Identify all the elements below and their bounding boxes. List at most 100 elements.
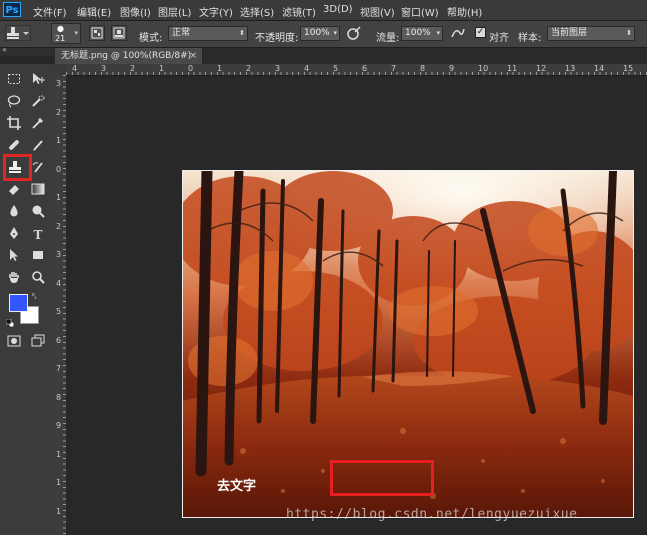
chevron-down-icon: ⬍ bbox=[239, 29, 245, 37]
pen-tool[interactable] bbox=[5, 226, 23, 244]
opacity-input[interactable]: 100% ▾ bbox=[300, 26, 340, 41]
eyedropper-icon bbox=[32, 118, 43, 129]
rectangle-icon bbox=[33, 251, 43, 259]
document-tab[interactable]: 无标题.png @ 100%(RGB/8#) × bbox=[55, 48, 203, 64]
menu-type[interactable]: 文字(Y) bbox=[199, 4, 233, 19]
menu-image[interactable]: 图像(I) bbox=[120, 4, 151, 19]
screen-mode-button[interactable] bbox=[29, 334, 47, 352]
ruler-label: 4 bbox=[56, 278, 62, 288]
clone-source-icon bbox=[113, 27, 125, 39]
crop-icon bbox=[7, 116, 21, 130]
menu-window[interactable]: 窗口(W) bbox=[401, 4, 439, 19]
ruler-label: 9 bbox=[56, 421, 62, 430]
ruler-label: 3 bbox=[101, 64, 107, 73]
align-checkbox[interactable]: ✓ bbox=[475, 27, 486, 38]
foreground-color-swatch[interactable] bbox=[9, 294, 28, 312]
menu-bar: Ps 文件(F) 编辑(E) 图像(I) 图层(L) 文字(Y) 选择(S) 滤… bbox=[0, 0, 647, 21]
eyedropper-tool[interactable] bbox=[29, 116, 47, 134]
toolbar-collapse-strip[interactable]: « bbox=[0, 45, 55, 56]
ruler-label: 5 bbox=[56, 307, 62, 316]
quick-mask-button[interactable] bbox=[5, 334, 23, 352]
eraser-icon bbox=[9, 185, 19, 195]
document-tab-bar: 无标题.png @ 100%(RGB/8#) × bbox=[55, 48, 647, 65]
default-colors-icon[interactable] bbox=[5, 318, 15, 328]
quick-selection-icon bbox=[32, 95, 45, 107]
lasso-tool[interactable] bbox=[5, 94, 23, 112]
hand-icon bbox=[9, 272, 19, 283]
blur-tool[interactable] bbox=[5, 204, 23, 222]
ruler-label: 6 bbox=[56, 335, 62, 345]
crop-tool[interactable] bbox=[5, 116, 23, 134]
menu-help[interactable]: 帮助(H) bbox=[447, 4, 482, 19]
hand-tool[interactable] bbox=[5, 270, 23, 288]
watermark-text: https://blog.csdn.net/lengyuezuixue bbox=[286, 507, 578, 522]
bandage-icon bbox=[9, 140, 19, 150]
ruler-label: 3 bbox=[56, 250, 62, 259]
ruler-label: 1 bbox=[159, 64, 165, 73]
gradient-tool[interactable] bbox=[29, 182, 47, 200]
ruler-label: 7 bbox=[56, 364, 62, 373]
screen-mode-icon bbox=[31, 334, 45, 347]
chevron-down-icon: ▾ bbox=[74, 29, 78, 37]
menu-select[interactable]: 选择(S) bbox=[240, 4, 274, 19]
menu-filter[interactable]: 滤镜(T) bbox=[282, 4, 316, 19]
quick-selection-tool[interactable] bbox=[29, 94, 47, 112]
brush-size-picker[interactable]: ● 21 ▾ bbox=[51, 23, 81, 44]
zoom-icon bbox=[32, 271, 45, 284]
menu-layer[interactable]: 图层(L) bbox=[158, 4, 191, 19]
gradient-icon bbox=[31, 183, 45, 195]
mode-label: 模式: bbox=[139, 33, 163, 44]
pressure-opacity-button[interactable] bbox=[346, 25, 362, 41]
ruler-label: 1 bbox=[217, 64, 223, 73]
move-tool[interactable] bbox=[29, 72, 47, 90]
water-drop-icon bbox=[10, 205, 18, 217]
ruler-label: 10 bbox=[478, 64, 489, 73]
ruler-origin[interactable] bbox=[55, 64, 66, 75]
menu-view[interactable]: 视图(V) bbox=[360, 4, 395, 19]
airbrush-icon bbox=[451, 28, 465, 38]
brush-size-value: 21 bbox=[55, 34, 66, 43]
eraser-tool[interactable] bbox=[5, 182, 23, 200]
toggle-clone-source-button[interactable] bbox=[111, 25, 127, 41]
ruler-label: 6 bbox=[362, 64, 368, 73]
ruler-label: 9 bbox=[449, 64, 455, 73]
marquee-tool[interactable] bbox=[5, 72, 23, 90]
toggle-brush-panel-button[interactable] bbox=[89, 25, 105, 41]
ruler-label: 1 bbox=[56, 193, 62, 202]
ruler-label: 5 bbox=[333, 64, 339, 73]
ruler-label: 1 bbox=[56, 478, 62, 487]
ruler-label: 8 bbox=[420, 64, 426, 73]
ruler-label: 3 bbox=[56, 79, 62, 88]
marquee-icon bbox=[8, 74, 20, 84]
ruler-label: 3 bbox=[275, 64, 281, 73]
rectangle-tool[interactable] bbox=[29, 248, 47, 266]
collapse-arrows-icon: « bbox=[2, 45, 7, 54]
ruler-label: 2 bbox=[56, 107, 62, 117]
menu-3d[interactable]: 3D(D) bbox=[323, 4, 353, 15]
document-tab-title: 无标题.png @ 100%(RGB/8#) bbox=[61, 51, 192, 61]
zoom-tool[interactable] bbox=[29, 270, 47, 288]
menu-edit[interactable]: 编辑(E) bbox=[77, 4, 111, 19]
horizontal-ruler[interactable]: 4 3 2 1 0 1 2 3 4 5 6 7 8 9 10 11 12 13 14 15 bbox=[66, 64, 647, 76]
sample-select[interactable]: 当前图层 ⬍ bbox=[547, 26, 635, 41]
tools-panel: T ⤣ bbox=[0, 64, 56, 535]
move-icon bbox=[33, 73, 45, 84]
options-bar: ● 21 ▾ 模式: 正常 ⬍ 不透明度: 100% ▾ 流量: 100% ▾ … bbox=[0, 21, 647, 48]
mode-value: 正常 bbox=[172, 28, 191, 38]
close-icon[interactable]: × bbox=[189, 48, 197, 64]
type-tool[interactable]: T bbox=[29, 226, 47, 244]
align-label: 对齐 bbox=[489, 33, 509, 44]
menu-file[interactable]: 文件(F) bbox=[33, 4, 67, 19]
dodge-tool[interactable] bbox=[29, 204, 47, 222]
mode-select[interactable]: 正常 ⬍ bbox=[168, 26, 248, 41]
airbrush-button[interactable] bbox=[450, 25, 466, 41]
text-removal-selection-box bbox=[330, 460, 434, 496]
tool-preset-picker[interactable] bbox=[5, 25, 31, 41]
path-selection-tool[interactable] bbox=[5, 248, 23, 266]
swap-colors-icon[interactable]: ⤣ bbox=[32, 292, 37, 302]
flow-input[interactable]: 100% ▾ bbox=[401, 26, 443, 41]
arrow-cursor-icon bbox=[10, 249, 18, 261]
history-brush-icon bbox=[32, 162, 43, 173]
opacity-value: 100% bbox=[304, 28, 330, 38]
stamp-icon bbox=[7, 27, 29, 39]
